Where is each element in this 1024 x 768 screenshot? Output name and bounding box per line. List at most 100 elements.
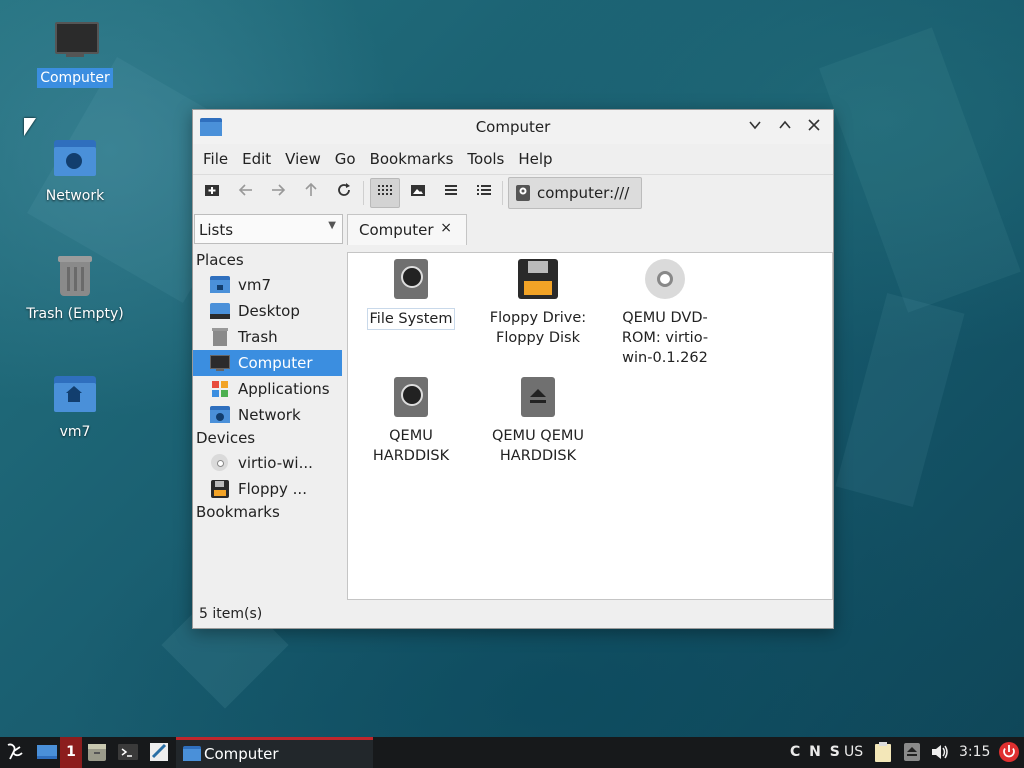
- new-tab-icon: [205, 185, 219, 196]
- task-label: Computer: [204, 745, 279, 763]
- file-item-qemu-harddisk[interactable]: QEMU HARDDISK: [356, 377, 466, 466]
- chevron-down-icon: [749, 121, 761, 130]
- file-item-qemu-qemu-harddisk[interactable]: QEMU QEMU HARDDISK: [483, 377, 593, 466]
- detailed-list-icon: [477, 185, 491, 195]
- sidebar-item-desktop[interactable]: Desktop: [193, 298, 342, 324]
- applications-icon: [210, 380, 230, 398]
- trash-icon: [210, 328, 230, 346]
- mouse-pointer-icon: [24, 118, 36, 136]
- taskbar-task-computer[interactable]: Computer: [176, 737, 373, 768]
- text-editor-icon: [150, 743, 168, 761]
- desktop-icon-network[interactable]: Network: [20, 136, 130, 206]
- detailed-list-button[interactable]: [471, 181, 497, 205]
- location-bar[interactable]: computer:///: [508, 177, 642, 209]
- menu-edit[interactable]: Edit: [242, 150, 271, 168]
- sidebar-item-label: vm7: [238, 276, 272, 294]
- app-menu-icon: [7, 743, 23, 760]
- desktop-icon-trash[interactable]: Trash (Empty): [20, 254, 130, 324]
- places-header: Places: [196, 251, 244, 269]
- close-button[interactable]: [805, 118, 823, 136]
- hard-disk-icon: [389, 259, 433, 303]
- sidebar-item-trash[interactable]: Trash: [193, 324, 342, 350]
- home-folder-icon: [52, 372, 98, 416]
- file-item-dvd-rom[interactable]: QEMU DVD-ROM: virtio-win-0.1.262: [610, 259, 720, 368]
- removable-media-button[interactable]: [902, 741, 922, 765]
- desktop-icon-label: Computer: [37, 68, 113, 88]
- reload-button[interactable]: [331, 181, 357, 205]
- file-manager-window[interactable]: Computer File Edit View Go Bookmarks Too…: [192, 109, 834, 629]
- sidebar-item-floppy[interactable]: Floppy ...: [193, 476, 342, 502]
- tab-computer[interactable]: Computer ×: [347, 214, 467, 245]
- workspace-button[interactable]: 1: [60, 737, 82, 768]
- desktop-icon-computer[interactable]: Computer: [20, 18, 130, 88]
- thumbnail-view-icon: [411, 185, 425, 196]
- desktop-icon-home[interactable]: vm7: [20, 372, 130, 442]
- file-item-file-system[interactable]: File System: [356, 259, 466, 330]
- up-arrow-icon: [305, 182, 317, 196]
- terminal-icon: [118, 744, 138, 760]
- title-bar[interactable]: Computer: [193, 110, 833, 144]
- close-icon: [808, 119, 820, 131]
- menu-help[interactable]: Help: [518, 150, 552, 168]
- close-tab-icon[interactable]: ×: [440, 220, 452, 236]
- speaker-icon: [932, 745, 948, 759]
- computer-icon: [210, 354, 230, 372]
- menu-bookmarks[interactable]: Bookmarks: [370, 150, 454, 168]
- volume-button[interactable]: [930, 741, 950, 765]
- icon-view-icon: [378, 185, 392, 195]
- menu-view[interactable]: View: [285, 150, 321, 168]
- terminal-launcher[interactable]: [117, 741, 139, 765]
- show-desktop-button[interactable]: [36, 741, 58, 765]
- file-view[interactable]: File System Floppy Drive: Floppy Disk QE…: [347, 252, 833, 600]
- hard-disk-icon: [389, 377, 433, 421]
- sidebar-item-applications[interactable]: Applications: [193, 376, 342, 402]
- menu-go[interactable]: Go: [335, 150, 356, 168]
- sidebar-item-label: Floppy ...: [238, 480, 307, 498]
- workspace-number: 1: [66, 744, 76, 760]
- sidebar-item-network[interactable]: Network: [193, 402, 342, 428]
- back-button[interactable]: [233, 181, 259, 205]
- sidebar-item-virtio-win[interactable]: virtio-wi...: [193, 450, 342, 476]
- new-tab-button[interactable]: [199, 181, 225, 205]
- clipboard-button[interactable]: [873, 741, 893, 765]
- file-item-floppy-drive[interactable]: Floppy Drive: Floppy Disk: [483, 259, 593, 348]
- power-button[interactable]: [998, 741, 1020, 765]
- start-menu-button[interactable]: [4, 741, 26, 765]
- up-button[interactable]: [298, 181, 324, 205]
- location-text: computer:///: [537, 184, 630, 202]
- sidebar-item-label: virtio-wi...: [238, 454, 313, 472]
- floppy-icon: [210, 480, 230, 498]
- keyboard-layout[interactable]: US: [844, 744, 863, 760]
- icon-view-button[interactable]: [370, 178, 400, 208]
- maximize-button[interactable]: [776, 118, 794, 136]
- forward-button[interactable]: [265, 181, 291, 205]
- menu-tools[interactable]: Tools: [467, 150, 504, 168]
- bookmarks-header: Bookmarks: [196, 503, 280, 521]
- sidebar-mode-label: Lists: [199, 221, 234, 239]
- desktop-icon-label: Network: [45, 188, 105, 204]
- file-item-label: Floppy Drive: Floppy Disk: [489, 310, 587, 346]
- file-cabinet-icon: [88, 744, 106, 761]
- menu-file[interactable]: File: [203, 150, 228, 168]
- toolbar-separator: [502, 181, 503, 205]
- text-editor-launcher[interactable]: [148, 741, 170, 765]
- toolbar-separator: [363, 181, 364, 205]
- sidebar-item-computer[interactable]: Computer: [193, 350, 342, 376]
- compact-view-button[interactable]: [438, 181, 464, 205]
- file-manager-launcher[interactable]: [86, 741, 108, 765]
- sidebar-mode-select[interactable]: Lists ▼: [194, 214, 343, 244]
- dropdown-arrow-icon: ▼: [328, 220, 336, 231]
- window-title: Computer: [475, 118, 551, 136]
- optical-disc-icon: [643, 259, 687, 303]
- sidebar-item-label: Computer: [238, 354, 313, 372]
- devices-header: Devices: [196, 429, 256, 447]
- minimize-button[interactable]: [746, 118, 764, 136]
- chevron-up-icon: [779, 120, 791, 129]
- clock[interactable]: 3:15: [959, 744, 990, 760]
- removable-disk-icon: [516, 377, 560, 421]
- thumbnail-view-button[interactable]: [405, 181, 431, 205]
- file-item-label: QEMU HARDDISK: [372, 428, 450, 464]
- file-item-label: File System: [366, 308, 456, 330]
- sidebar-item-label: Network: [238, 406, 301, 424]
- sidebar-item-vm7[interactable]: vm7: [193, 272, 342, 298]
